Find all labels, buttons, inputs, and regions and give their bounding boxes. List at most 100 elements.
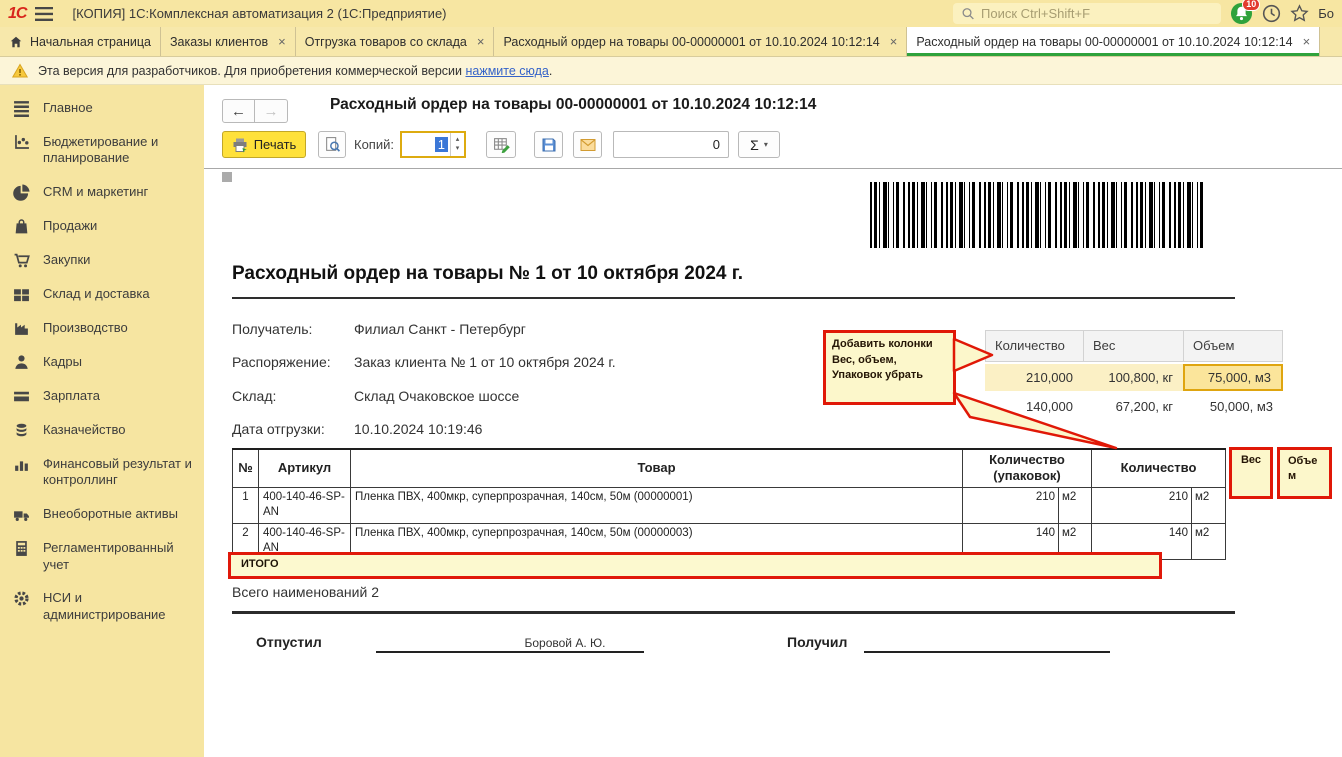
copies-stepper[interactable]: 1 ▴▾ <box>400 131 466 158</box>
shopping-cart-icon <box>13 252 30 269</box>
annotation-volume-box: Объем <box>1277 447 1332 499</box>
global-search[interactable] <box>953 3 1221 24</box>
tab-customer-orders[interactable]: Заказы клиентов × <box>161 27 296 56</box>
email-button[interactable] <box>573 131 602 158</box>
sidebar-item-label: Казначейство <box>43 422 125 439</box>
print-button[interactable]: Печать <box>222 131 306 158</box>
search-input[interactable] <box>981 6 1213 21</box>
document-barcode <box>870 182 1205 248</box>
chevron-down-icon: ▾ <box>764 140 768 149</box>
sidebar-item-treasury[interactable]: Казначейство <box>0 413 204 447</box>
close-icon[interactable]: × <box>275 34 286 49</box>
sidebar-item-label: Продажи <box>43 218 97 235</box>
person-icon <box>13 354 30 371</box>
buy-commercial-link[interactable]: нажмите сюда <box>465 64 548 78</box>
favorites-star-icon[interactable] <box>1290 4 1309 23</box>
toolbar-separator <box>204 168 1342 169</box>
sum-dropdown-button[interactable]: Σ ▾ <box>738 131 780 158</box>
close-icon[interactable]: × <box>887 34 898 49</box>
window-title: [КОПИЯ] 1С:Комплексная автоматизация 2 (… <box>72 6 446 21</box>
sidebar-item-crm[interactable]: CRM и маркетинг <box>0 175 204 209</box>
document-title: Расходный ордер на товары № 1 от 10 октя… <box>232 263 743 285</box>
back-button[interactable]: ← <box>222 99 255 123</box>
pie-chart-icon <box>13 184 30 201</box>
home-icon <box>9 35 23 49</box>
itogo-annotation-bar: ИТОГО <box>228 552 1162 579</box>
released-label: Отпустил <box>256 634 322 650</box>
sidebar-item-label: CRM и маркетинг <box>43 184 148 201</box>
tab-label: Начальная страница <box>30 35 151 49</box>
tab-expense-order-2-active[interactable]: Расходный ордер на товары 00-00000001 от… <box>907 27 1320 56</box>
table-row: 1 400-140-46-SP-AN Пленка ПВХ, 400мкр, с… <box>233 487 1226 523</box>
edit-table-button[interactable] <box>486 131 516 158</box>
sidebar-item-production[interactable]: Производство <box>0 311 204 345</box>
sidebar-item-finance[interactable]: Финансовый результат и контроллинг <box>0 447 204 497</box>
sidebar-item-label: НСИ и администрирование <box>43 590 196 623</box>
received-label: Получил <box>787 634 847 650</box>
tab-bar: Начальная страница Заказы клиентов × Отг… <box>0 27 1342 57</box>
sigma-icon: Σ <box>750 137 759 153</box>
tab-label: Отгрузка товаров со склада <box>305 35 467 49</box>
sidebar-item-budgeting[interactable]: Бюджетирование и планирование <box>0 125 204 175</box>
received-signature-line <box>864 634 1110 653</box>
counter-field[interactable] <box>613 131 729 158</box>
tab-goods-shipment[interactable]: Отгрузка товаров со склада × <box>296 27 495 56</box>
forward-button[interactable]: → <box>255 99 288 123</box>
save-icon <box>541 137 557 153</box>
print-label: Печать <box>254 137 297 152</box>
search-icon <box>961 6 975 21</box>
sidebar-item-purchases[interactable]: Закупки <box>0 243 204 277</box>
close-icon[interactable]: × <box>1300 34 1311 49</box>
sidebar-item-main[interactable]: Главное <box>0 91 204 125</box>
field-value: Заказ клиента № 1 от 10 октября 2024 г. <box>354 354 616 370</box>
sidebar-item-warehouse[interactable]: Склад и доставка <box>0 277 204 311</box>
total-items-note: Всего наименований 2 <box>232 584 379 600</box>
notification-badge: 10 <box>1242 0 1260 11</box>
table-header-row: № Артикул Товар Количество (упаковок) Ко… <box>233 449 1226 487</box>
spin-down-icon[interactable]: ▾ <box>456 145 460 153</box>
bar-chart-icon <box>13 456 30 473</box>
table-edit-icon <box>493 136 510 153</box>
preview-corner-marker <box>222 172 232 182</box>
sidebar-item-hr[interactable]: Кадры <box>0 345 204 379</box>
notice-text: Эта версия для разработчиков. Для приобр… <box>38 64 552 78</box>
spin-up-icon[interactable]: ▴ <box>456 136 460 144</box>
tab-label: Расходный ордер на товары 00-00000001 от… <box>503 35 879 49</box>
save-button[interactable] <box>534 131 563 158</box>
sidebar-item-label: Закупки <box>43 252 90 269</box>
sidebar-item-salary[interactable]: Зарплата <box>0 379 204 413</box>
mini-table-header: Количество Вес Объем <box>985 330 1283 362</box>
close-icon[interactable]: × <box>474 34 485 49</box>
sidebar-item-administration[interactable]: НСИ и администрирование <box>0 582 204 632</box>
envelope-icon <box>580 138 596 152</box>
col-qty-packs: Количество (упаковок) <box>963 449 1092 487</box>
field-label: Получатель: <box>232 321 354 337</box>
warehouse-grid-icon <box>13 286 30 303</box>
sidebar-item-regulated-accounting[interactable]: Регламентированный учет <box>0 532 204 582</box>
tab-expense-order-1[interactable]: Расходный ордер на товары 00-00000001 от… <box>494 27 907 56</box>
history-icon[interactable] <box>1262 4 1281 23</box>
field-value: Склад Очаковское шоссе <box>354 388 519 404</box>
col-num: № <box>233 449 259 487</box>
tab-home[interactable]: Начальная страница <box>0 27 161 56</box>
tab-label: Расходный ордер на товары 00-00000001 от… <box>916 35 1292 49</box>
preview-button[interactable] <box>318 131 346 158</box>
sidebar-item-sales[interactable]: Продажи <box>0 209 204 243</box>
col-qty: Количество <box>1092 449 1226 487</box>
sidebar-item-label: Главное <box>43 100 93 117</box>
copies-label: Копий: <box>354 137 394 152</box>
notifications-button[interactable]: 10 <box>1230 2 1253 25</box>
main-menu-icon[interactable] <box>35 7 53 21</box>
topbar: 1С [КОПИЯ] 1С:Комплексная автоматизация … <box>0 0 1342 27</box>
field-warehouse: Склад: Склад Очаковское шоссе <box>232 388 519 404</box>
sidebar-item-assets[interactable]: Внеоборотные активы <box>0 498 204 532</box>
user-name[interactable]: Бо <box>1318 6 1334 21</box>
coins-icon <box>13 422 30 439</box>
dev-version-notice: Эта версия для разработчиков. Для приобр… <box>0 57 1342 85</box>
copies-value[interactable]: 1 <box>402 133 450 156</box>
sidebar-item-label: Склад и доставка <box>43 286 150 303</box>
stepper-arrows[interactable]: ▴▾ <box>450 133 464 156</box>
sidebar-item-label: Внеоборотные активы <box>43 506 178 523</box>
printer-icon <box>232 137 248 153</box>
col-product: Товар <box>351 449 963 487</box>
